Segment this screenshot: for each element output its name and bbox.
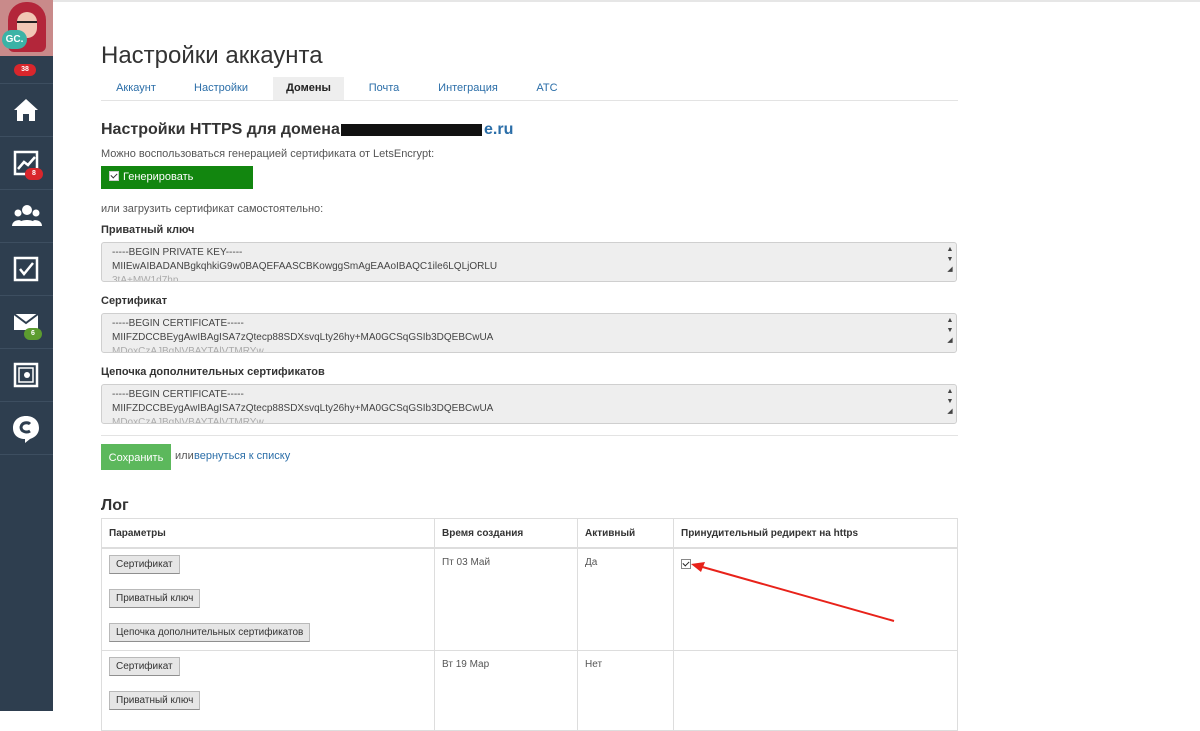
column-header: Параметры (101, 518, 435, 549)
tab-bar: Аккаунт Настройки Домены Почта Интеграци… (101, 77, 958, 101)
notification-badge: 38 (14, 64, 36, 76)
users-icon (12, 205, 42, 226)
chain-textarea[interactable]: -----BEGIN CERTIFICATE----- MIIFZDCCBEyg… (101, 384, 957, 424)
tab-integration[interactable]: Интеграция (427, 77, 509, 100)
upload-hint-text: или загрузить сертификат самостоятельно: (101, 203, 324, 215)
view-chain-button[interactable]: Цепочка дополнительных сертификатов (109, 623, 311, 642)
private-key-textarea[interactable]: -----BEGIN PRIVATE KEY----- MIIEwAIBADAN… (101, 242, 957, 282)
or-text: или (175, 450, 194, 462)
column-header: Время создания (434, 518, 578, 549)
generate-certificate-button[interactable]: Генерировать сертификат (101, 166, 253, 206)
mail-badge: 6 (24, 328, 42, 340)
tab-settings[interactable]: Настройки (181, 77, 261, 100)
params-cell: Сертификат Приватный ключ Цепочка дополн… (101, 547, 435, 651)
table-header-row: Параметры Время создания Активный Принуд… (101, 518, 958, 549)
deals-badge: 8 (25, 168, 43, 180)
sidebar-item-mail[interactable]: 6 (0, 295, 53, 348)
chain-label: Цепочка дополнительных сертификатов (101, 366, 325, 378)
tab-account[interactable]: Аккаунт (101, 77, 171, 100)
page-title: Настройки аккаунта (101, 42, 323, 69)
domain-suffix: e.ru (484, 121, 514, 138)
annotation-arrow-icon (691, 562, 895, 622)
tab-pbx[interactable]: АТС (525, 77, 569, 100)
back-to-list-link[interactable]: вернуться к списку (194, 450, 290, 462)
generate-checkbox-icon[interactable] (109, 171, 119, 181)
sidebar-item-tasks[interactable] (0, 242, 53, 295)
private-key-label: Приватный ключ (101, 224, 195, 236)
certificate-label: Сертификат (101, 295, 168, 307)
log-title: Лог (101, 497, 129, 514)
redacted-domain (341, 124, 482, 136)
column-header: Принудительный редирект на https (673, 518, 958, 549)
chat-icon (13, 416, 39, 443)
home-icon (14, 99, 38, 121)
scroll-arrows-icon[interactable]: ▲ ▼ ◢ (946, 387, 954, 421)
scroll-arrows-icon[interactable]: ▲ ▼ ◢ (946, 245, 954, 279)
save-button[interactable]: Сохранить (101, 444, 171, 470)
safe-icon (13, 362, 39, 388)
column-header: Активный (577, 518, 674, 549)
letsencrypt-text: Можно воспользоваться генерацией сертифи… (101, 148, 435, 160)
params-cell: Сертификат Приватный ключ (101, 649, 435, 731)
avatar-initials: GC. (2, 30, 27, 49)
avatar[interactable]: GC. (0, 0, 53, 56)
sidebar: GC. 38 8 6 (0, 0, 53, 711)
active-cell: Нет (577, 649, 674, 731)
active-cell: Да (577, 547, 674, 651)
sidebar-item-safe[interactable] (0, 348, 53, 401)
tasks-icon (13, 256, 39, 282)
divider (101, 435, 958, 436)
https-section-title: Настройки HTTPS для домена (101, 121, 340, 138)
tab-domains[interactable]: Домены (273, 77, 344, 100)
sidebar-item-chat[interactable] (0, 401, 53, 454)
tab-mail[interactable]: Почта (355, 77, 413, 100)
sidebar-item-deals[interactable]: 8 (0, 136, 53, 189)
view-certificate-button[interactable]: Сертификат (109, 555, 180, 574)
sidebar-item-contacts[interactable] (0, 189, 53, 242)
certificate-textarea[interactable]: -----BEGIN CERTIFICATE----- MIIFZDCCBEyg… (101, 313, 957, 353)
view-certificate-button[interactable]: Сертификат (109, 656, 180, 676)
redirect-cell (673, 649, 958, 731)
table-row: Сертификат Приватный ключ Вт 19 Мар Нет (101, 649, 958, 731)
created-cell: Вт 19 Мар (434, 649, 578, 731)
sidebar-item-home[interactable] (0, 83, 53, 136)
created-cell: Пт 03 Май (434, 547, 578, 651)
view-private-key-button[interactable]: Приватный ключ (109, 589, 201, 608)
view-private-key-button[interactable]: Приватный ключ (109, 690, 201, 710)
scroll-arrows-icon[interactable]: ▲ ▼ ◢ (946, 316, 954, 350)
